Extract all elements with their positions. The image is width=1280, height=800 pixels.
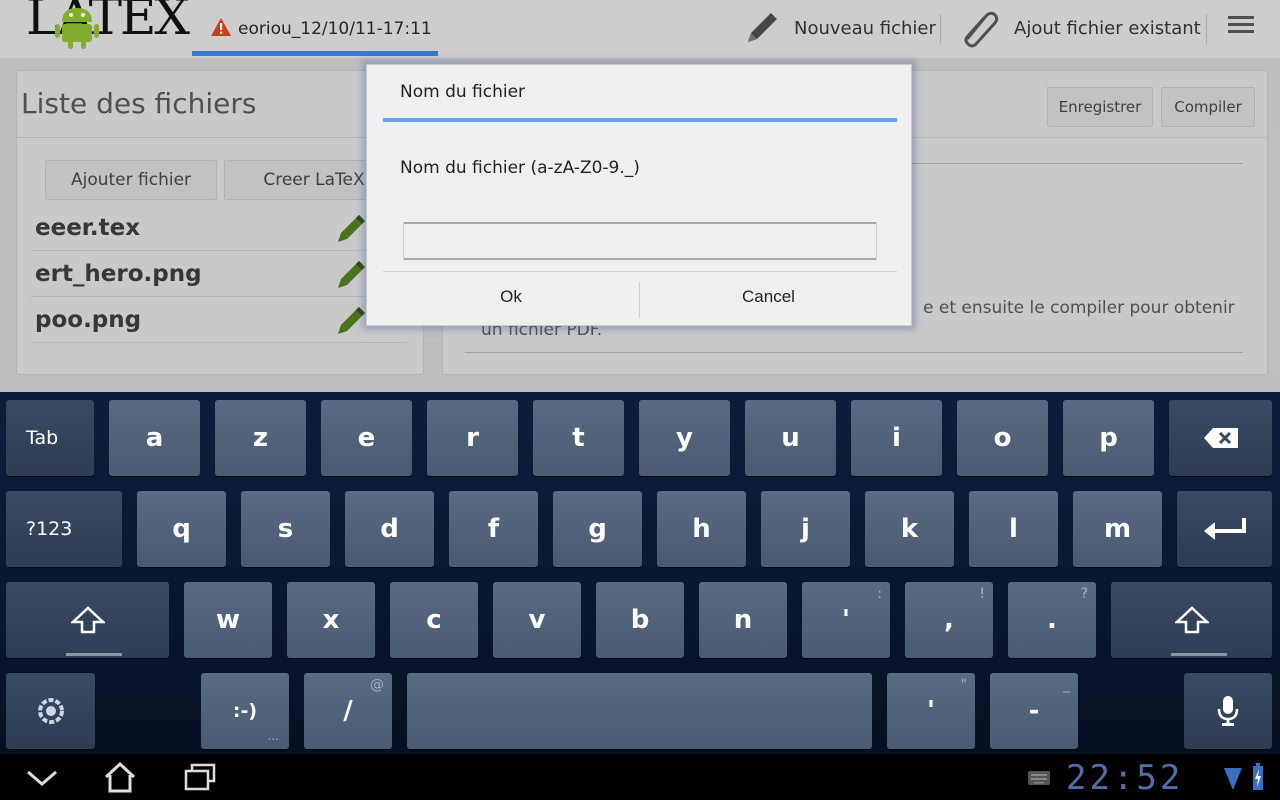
- home-icon[interactable]: [100, 760, 140, 794]
- key-d[interactable]: d: [345, 491, 434, 567]
- key-hint-char: ...: [267, 729, 279, 743]
- key-b[interactable]: b: [596, 582, 684, 658]
- key-j[interactable]: j: [761, 491, 850, 567]
- key-hint-char: _: [1063, 677, 1070, 693]
- key-dash[interactable]: - _: [990, 673, 1078, 749]
- key-main-char: ': [842, 605, 850, 635]
- shift-arrow-icon: [1174, 606, 1209, 634]
- key-hint-char: ?: [1080, 586, 1088, 602]
- key-main-char: .: [1047, 605, 1057, 635]
- key-shift-right[interactable]: [1111, 582, 1272, 658]
- key-i[interactable]: i: [851, 400, 942, 476]
- soft-keyboard: Tab a z e r t y u i o p ?123 q s d f g h…: [0, 392, 1280, 754]
- app-screen: LATEX eoriou_12/10/11-17:11 Nouveau fich…: [0, 0, 1280, 800]
- key-tab[interactable]: Tab: [6, 400, 94, 476]
- key-hint-char: !: [979, 586, 985, 602]
- key-c[interactable]: c: [390, 582, 478, 658]
- key-h[interactable]: h: [657, 491, 746, 567]
- key-main-char: ,: [944, 605, 954, 635]
- dialog-title: Nom du fichier: [400, 82, 526, 102]
- enter-arrow-icon: [1203, 518, 1246, 540]
- cancel-button[interactable]: Cancel: [640, 272, 897, 322]
- shift-arrow-icon: [70, 606, 105, 634]
- key-smiley[interactable]: :-) ...: [201, 673, 289, 749]
- key-k[interactable]: k: [865, 491, 954, 567]
- key-backspace[interactable]: [1169, 400, 1272, 476]
- key-main-char: ': [927, 696, 935, 726]
- key-f[interactable]: f: [449, 491, 538, 567]
- key-slash[interactable]: / @: [304, 673, 392, 749]
- key-n[interactable]: n: [699, 582, 787, 658]
- key-hint-char: :: [877, 586, 882, 602]
- key-voice[interactable]: [1184, 673, 1272, 749]
- key-p[interactable]: p: [1063, 400, 1154, 476]
- key-a[interactable]: a: [109, 400, 200, 476]
- key-o[interactable]: o: [957, 400, 1048, 476]
- key-hint-char: @: [370, 677, 384, 693]
- key-hint-char: ": [960, 677, 967, 693]
- dialog-message: Nom du fichier (a-zA-Z0-9._): [400, 158, 640, 178]
- shift-indicator: [66, 653, 122, 656]
- key-quote[interactable]: ' ": [887, 673, 975, 749]
- filename-input[interactable]: [403, 222, 877, 260]
- keyboard-notification-icon: [1028, 771, 1050, 785]
- ok-button[interactable]: Ok: [383, 272, 639, 322]
- key-v[interactable]: v: [493, 582, 581, 658]
- key-main-char: -: [1028, 696, 1040, 726]
- key-u[interactable]: u: [745, 400, 836, 476]
- settings-gear-icon: [37, 698, 64, 724]
- microphone-icon: [1217, 696, 1239, 726]
- key-apostrophe[interactable]: ' :: [802, 582, 890, 658]
- key-z[interactable]: z: [215, 400, 306, 476]
- dialog-title-divider: [383, 118, 897, 122]
- battery-charging-icon: [1253, 763, 1263, 790]
- backspace-icon: [1203, 428, 1238, 448]
- key-period[interactable]: . ?: [1008, 582, 1096, 658]
- key-m[interactable]: m: [1073, 491, 1162, 567]
- key-x[interactable]: x: [287, 582, 375, 658]
- filename-dialog: Nom du fichier Nom du fichier (a-zA-Z0-9…: [366, 64, 912, 326]
- key-symbols[interactable]: ?123: [6, 491, 122, 567]
- key-s[interactable]: s: [241, 491, 330, 567]
- key-settings[interactable]: [6, 673, 95, 749]
- key-g[interactable]: g: [553, 491, 642, 567]
- key-t[interactable]: t: [533, 400, 624, 476]
- wifi-signal-icon: [1224, 768, 1242, 790]
- key-q[interactable]: q: [137, 491, 226, 567]
- key-main-char: :-): [232, 700, 258, 722]
- status-clock[interactable]: 22:52: [1066, 758, 1183, 798]
- key-enter[interactable]: [1177, 491, 1272, 567]
- system-bar: 22:52: [0, 754, 1280, 800]
- hide-keyboard-icon[interactable]: [22, 760, 62, 794]
- key-r[interactable]: r: [427, 400, 518, 476]
- key-l[interactable]: l: [969, 491, 1058, 567]
- key-y[interactable]: y: [639, 400, 730, 476]
- key-shift-left[interactable]: [6, 582, 169, 658]
- recent-apps-icon[interactable]: [180, 760, 220, 794]
- key-e[interactable]: e: [321, 400, 412, 476]
- key-main-char: /: [343, 696, 353, 726]
- key-w[interactable]: w: [184, 582, 272, 658]
- key-space[interactable]: [407, 673, 872, 749]
- key-comma[interactable]: , !: [905, 582, 993, 658]
- dialog-button-bar: Ok Cancel: [383, 271, 897, 321]
- shift-indicator: [1171, 653, 1227, 656]
